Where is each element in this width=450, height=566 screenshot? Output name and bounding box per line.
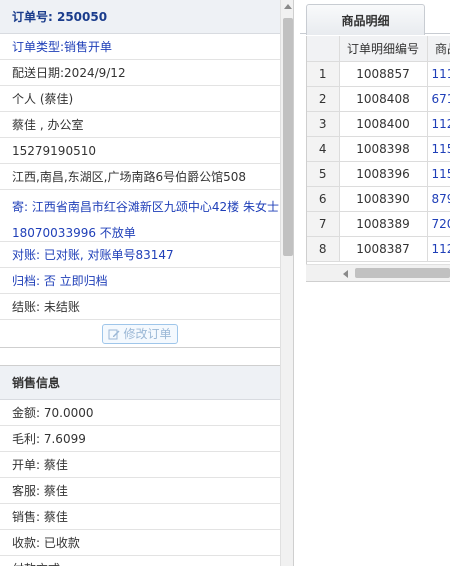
detail-code-cell: 1008400	[339, 111, 428, 137]
edit-order-label: 修改订单	[123, 327, 172, 341]
issuer: 开单: 蔡佳	[0, 452, 280, 478]
section-gap	[0, 348, 280, 366]
table-row[interactable]: 21008408671	[307, 86, 450, 112]
detail-code-cell: 1008390	[339, 186, 428, 212]
row-index: 7	[307, 211, 340, 237]
left-scrollbar[interactable]	[280, 0, 293, 566]
detail-code-cell: 1008389	[339, 211, 428, 237]
col-header-index	[307, 36, 340, 62]
customer-service: 客服: 蔡佳	[0, 478, 280, 504]
phone-number: 15279190510	[0, 138, 280, 164]
product-cell[interactable]: 112	[427, 111, 450, 137]
table-row[interactable]: 110088571119	[307, 61, 450, 87]
scroll-left-arrow-icon[interactable]	[343, 270, 348, 278]
tab-bar: 商品明细	[300, 0, 450, 35]
order-panel: 订单号: 250050 订单类型:销售开单 配送日期:2024/9/12 个人 …	[0, 0, 294, 566]
table-scrollbar-thumb[interactable]	[355, 268, 450, 278]
row-index: 8	[307, 236, 340, 262]
product-cell[interactable]: 115	[427, 161, 450, 187]
scroll-up-arrow-icon[interactable]	[284, 4, 292, 9]
seller: 销售: 蔡佳	[0, 504, 280, 530]
row-index: 3	[307, 111, 340, 137]
table-row[interactable]: 31008400112	[307, 111, 450, 137]
table-row[interactable]: 51008396115	[307, 161, 450, 187]
detail-code-cell: 1008396	[339, 161, 428, 187]
address: 江西,南昌,东湖区,广场南路6号伯爵公馆508	[0, 164, 280, 190]
product-table: 订单明细编号 商品 110088571119210084086713100840…	[307, 36, 450, 262]
row-index: 5	[307, 161, 340, 187]
table-row[interactable]: 61008390879	[307, 186, 450, 212]
table-row[interactable]: 71008389720	[307, 211, 450, 237]
product-cell[interactable]: 720	[427, 211, 450, 237]
edit-order-button[interactable]: 修改订单	[102, 323, 178, 344]
row-index: 4	[307, 136, 340, 162]
edit-icon	[108, 329, 120, 339]
delivery-date: 配送日期:2024/9/12	[0, 60, 280, 86]
amount: 金额: 70.0000	[0, 400, 280, 426]
archive-status[interactable]: 归档: 否 立即归档	[0, 268, 280, 294]
row-index: 1	[307, 61, 340, 87]
product-cell[interactable]: 671	[427, 86, 450, 112]
product-grid: 订单明细编号 商品 110088571119210084086713100840…	[306, 36, 450, 282]
order-number-header: 订单号: 250050	[0, 0, 293, 34]
row-index: 6	[307, 186, 340, 212]
ship-to-address[interactable]: 寄: 江西省南昌市红谷滩新区九颂中心42楼 朱女士 18070033996 不放…	[0, 190, 280, 242]
product-cell[interactable]: 115	[427, 136, 450, 162]
table-horizontal-scrollbar[interactable]	[306, 264, 450, 281]
payment-status: 收款: 已收款	[0, 530, 280, 556]
row-index: 2	[307, 86, 340, 112]
detail-panel: 商品明细 订单明细编号 商品 1100885711192100840867131…	[300, 0, 450, 566]
left-scrollbar-thumb[interactable]	[283, 18, 293, 256]
gross-profit: 毛利: 7.6099	[0, 426, 280, 452]
detail-code-cell: 1008398	[339, 136, 428, 162]
detail-code-cell: 1008857	[339, 61, 428, 87]
detail-code-cell: 1008408	[339, 86, 428, 112]
sales-info-header: 销售信息	[0, 366, 293, 400]
detail-code-cell: 1008387	[339, 236, 428, 262]
contact-info: 蔡佳 , 办公室	[0, 112, 280, 138]
product-cell[interactable]: 1119	[427, 61, 450, 87]
product-cell[interactable]: 112	[427, 236, 450, 262]
table-row[interactable]: 41008398115	[307, 136, 450, 162]
order-type[interactable]: 订单类型:销售开单	[0, 34, 280, 60]
product-cell[interactable]: 879	[427, 186, 450, 212]
settle-status: 结账: 未结账	[0, 294, 280, 320]
tab-product-details[interactable]: 商品明细	[306, 4, 425, 35]
col-header-detail-code[interactable]: 订单明细编号	[339, 36, 428, 62]
edit-button-row: 修改订单	[0, 320, 280, 348]
col-header-product[interactable]: 商品	[427, 36, 450, 62]
table-row[interactable]: 81008387112	[307, 236, 450, 262]
payment-method: 付款方式:	[0, 556, 280, 566]
customer-name: 个人 (蔡佳)	[0, 86, 280, 112]
